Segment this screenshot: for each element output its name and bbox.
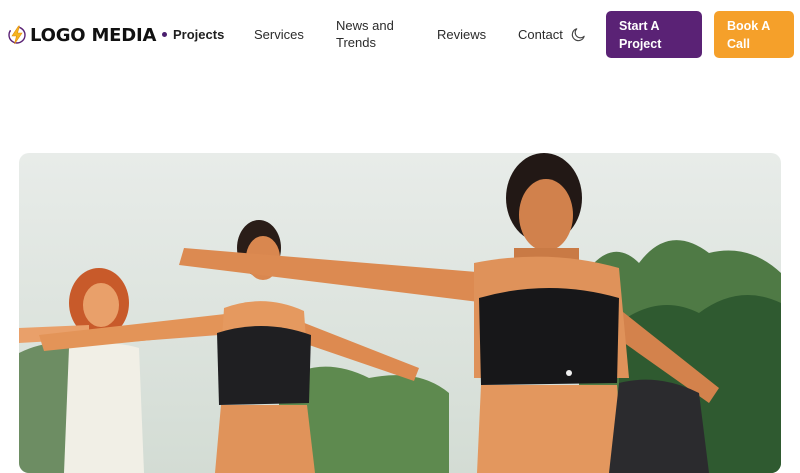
nav-item-projects[interactable]: Projects — [162, 26, 224, 43]
nav-item-reviews[interactable]: Reviews — [437, 26, 486, 43]
lightning-bolt-icon — [8, 25, 26, 45]
moon-icon[interactable] — [570, 26, 587, 43]
active-indicator-dot — [162, 32, 167, 37]
brand-name: LOGO MEDIA — [30, 24, 157, 46]
hero-image — [19, 153, 781, 473]
nav-item-news-and-trends[interactable]: News and Trends — [336, 17, 406, 51]
top-navigation: LOGO MEDIA Projects Services News and Tr… — [0, 0, 800, 68]
brand-logo[interactable]: LOGO MEDIA — [6, 22, 156, 48]
start-project-button[interactable]: Start A Project — [606, 11, 702, 58]
book-call-button[interactable]: Book A Call — [714, 11, 794, 58]
hero-yoga-illustration — [19, 153, 781, 473]
nav-item-contact[interactable]: Contact — [518, 26, 563, 43]
nav-item-label: Projects — [173, 27, 225, 42]
nav-item-services[interactable]: Services — [254, 26, 304, 43]
